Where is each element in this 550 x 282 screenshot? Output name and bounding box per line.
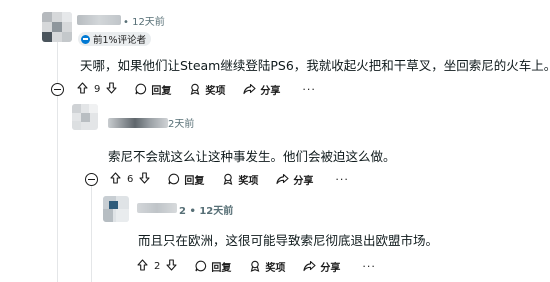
username-redacted[interactable] (108, 118, 168, 128)
avatar[interactable] (103, 196, 129, 222)
vote-group: 9 (77, 81, 117, 97)
comment-actions: 2 回复 奖项 分享 ··· (137, 258, 376, 274)
award-label: 奖项 (205, 85, 226, 97)
thread-line-2 (57, 95, 58, 282)
badge-icon (81, 34, 90, 44)
comment-text: 天哪，如果他们让Steam继续登陆PS6，我就收起火把和干草叉，坐回索尼的火车上… (80, 58, 550, 73)
comment-timestamp: 2天前 (168, 119, 195, 130)
collapse-minus-icon[interactable] (51, 83, 64, 96)
more-options-button[interactable]: ··· (302, 83, 316, 96)
share-arrow-icon (243, 83, 256, 95)
share-label: 分享 (293, 175, 314, 187)
reply-label: 回复 (211, 262, 232, 274)
vote-group: 6 (110, 171, 150, 187)
vote-count: 2 (154, 260, 161, 272)
share-button[interactable]: 分享 (243, 82, 280, 97)
arrow-up-icon[interactable] (77, 81, 88, 97)
share-arrow-icon (276, 173, 289, 185)
reply-button[interactable]: 回复 (135, 82, 171, 97)
reply-label: 回复 (184, 175, 205, 187)
reply-button[interactable]: 回复 (195, 259, 231, 274)
arrow-up-icon[interactable] (137, 258, 148, 274)
speech-bubble-icon (168, 173, 180, 185)
username-redacted[interactable] (137, 203, 177, 213)
award-button[interactable]: 奖项 (249, 259, 285, 274)
top-commenter-badge: 前1%评论者 (78, 32, 152, 46)
award-icon (249, 260, 261, 272)
comment-actions: 6 回复 奖项 分享 ··· (110, 171, 349, 187)
share-arrow-icon (303, 260, 316, 272)
share-button[interactable]: 分享 (303, 259, 340, 274)
arrow-down-icon[interactable] (106, 81, 117, 97)
more-options-button[interactable]: ··· (362, 260, 376, 273)
arrow-down-icon[interactable] (139, 171, 150, 187)
award-button[interactable]: 奖项 (189, 82, 225, 97)
avatar[interactable] (42, 12, 72, 42)
vote-count: 9 (94, 83, 101, 95)
speech-bubble-icon (195, 260, 207, 272)
share-button[interactable]: 分享 (276, 172, 313, 187)
arrow-up-icon[interactable] (110, 171, 121, 187)
vote-count: 6 (127, 173, 134, 185)
username-redacted[interactable] (77, 15, 121, 25)
award-icon (222, 173, 234, 185)
comment-timestamp: 2 • 12天前 (179, 206, 234, 217)
award-label: 奖项 (265, 262, 286, 274)
more-options-button[interactable]: ··· (335, 173, 349, 186)
share-label: 分享 (320, 262, 341, 274)
share-label: 分享 (260, 85, 281, 97)
speech-bubble-icon (135, 83, 147, 95)
reply-button[interactable]: 回复 (168, 172, 204, 187)
collapse-minus-icon[interactable] (85, 173, 98, 186)
vote-group: 2 (137, 258, 177, 274)
arrow-down-icon[interactable] (166, 258, 177, 274)
badge-label: 前1%评论者 (93, 35, 147, 46)
comment-actions: 9 回复 奖项 分享 ··· (77, 81, 316, 97)
comment-timestamp: • 12天前 (123, 17, 165, 28)
comment-text: 索尼不会就这么让这种事发生。他们会被迫这么做。 (108, 149, 396, 164)
avatar[interactable] (72, 104, 98, 130)
reply-label: 回复 (151, 85, 172, 97)
award-icon (189, 83, 201, 95)
award-button[interactable]: 奖项 (222, 172, 258, 187)
comment-text: 而且只在欧洲，这很可能导致索尼彻底退出欧盟市场。 (138, 233, 439, 248)
award-label: 奖项 (238, 175, 259, 187)
thread-line-3 (91, 183, 92, 282)
